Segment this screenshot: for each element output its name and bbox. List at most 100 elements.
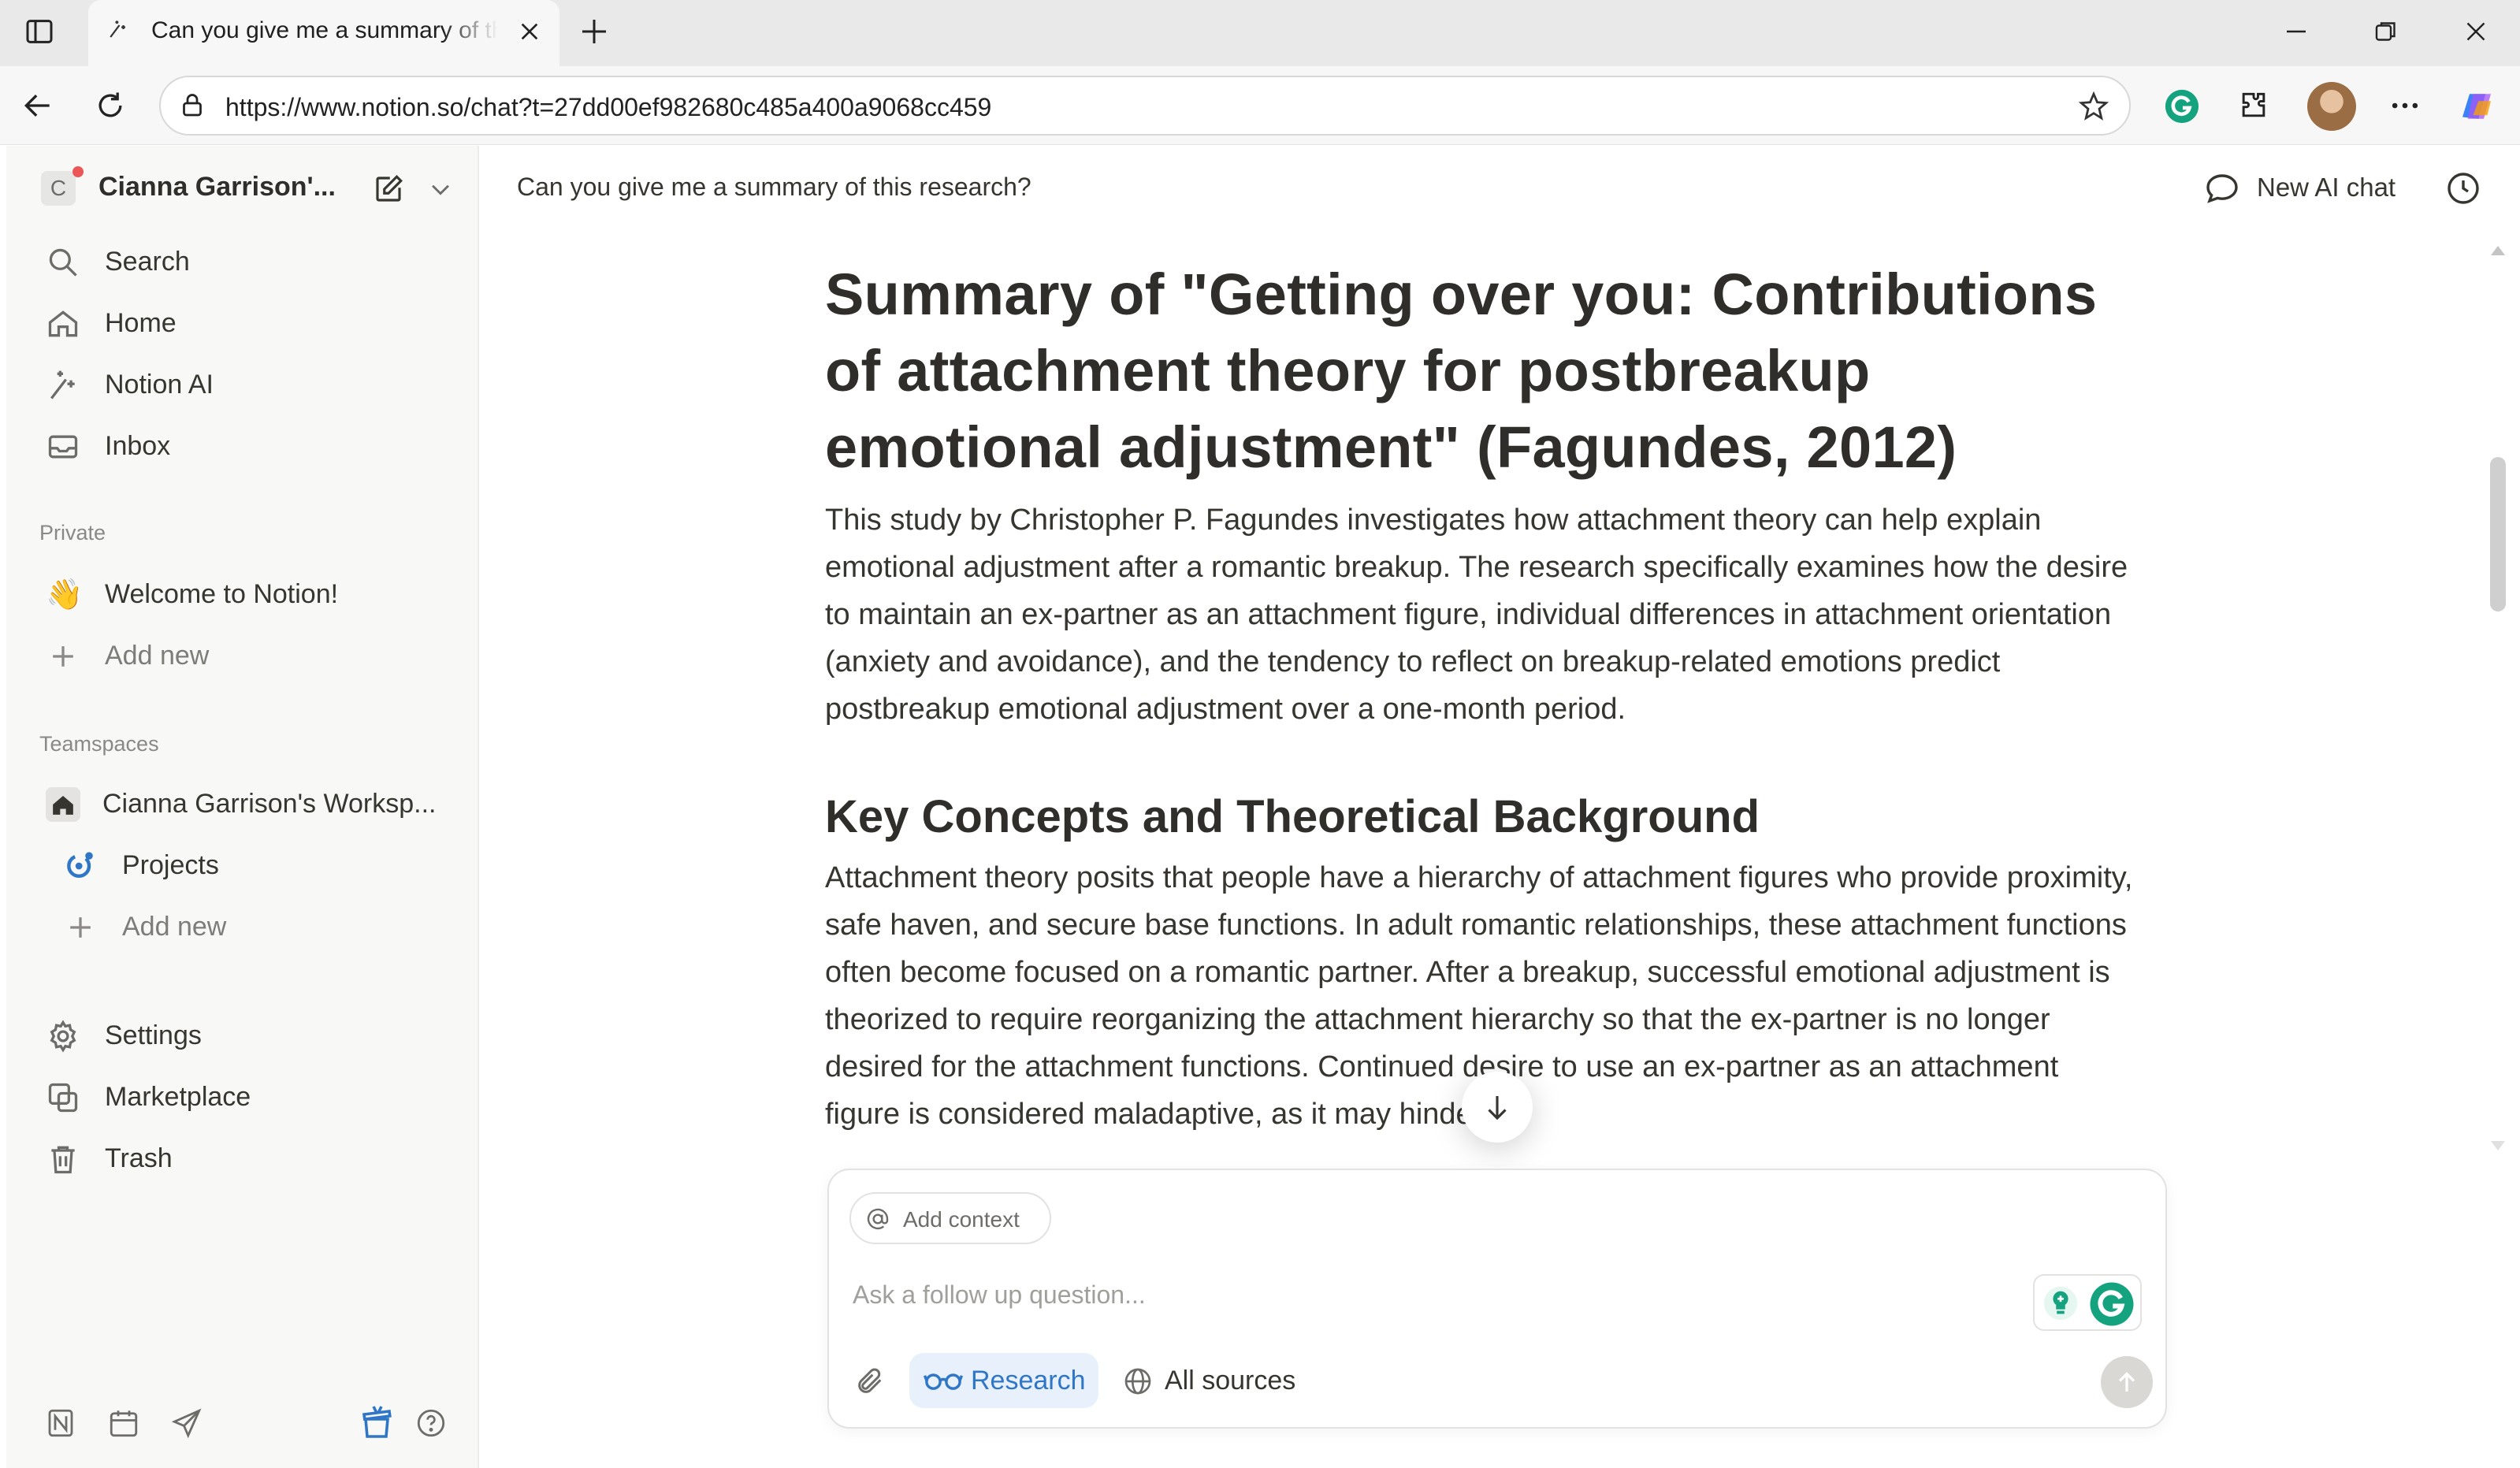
tab-bar: Can you give me a summary of this resear… xyxy=(0,0,2520,66)
sidebar-item-home[interactable]: Home xyxy=(38,297,448,349)
teamspace-home-icon xyxy=(46,787,80,822)
new-ai-chat-button[interactable]: New AI chat xyxy=(2195,163,2416,210)
inbox-icon xyxy=(46,429,80,464)
close-window-icon[interactable] xyxy=(2462,17,2490,46)
sidebar-item-label: Welcome to Notion! xyxy=(105,579,339,609)
main-panel: Can you give me a summary of this resear… xyxy=(481,146,2514,1468)
plus-icon xyxy=(46,639,80,674)
marketplace-icon xyxy=(46,1080,80,1115)
browser-window: Can you give me a summary of this resear… xyxy=(0,0,2520,1468)
more-options-icon[interactable] xyxy=(2388,88,2422,123)
add-context-label: Add context xyxy=(903,1207,1020,1232)
sidebar-item-label: Add new xyxy=(122,912,227,942)
arrow-up-icon xyxy=(2113,1368,2141,1396)
globe-icon xyxy=(1122,1366,1154,1397)
sidebar-item-settings[interactable]: Settings xyxy=(38,1009,448,1061)
grammarly-icon xyxy=(2088,1280,2135,1328)
research-mode-button[interactable]: Research xyxy=(909,1353,1098,1408)
search-icon xyxy=(46,245,80,280)
scrollbar-thumb[interactable] xyxy=(2490,457,2506,611)
gear-icon xyxy=(46,1019,80,1054)
url-text[interactable]: https://www.notion.so/chat?t=27dd00ef982… xyxy=(225,93,991,122)
gift-box-icon[interactable] xyxy=(358,1403,396,1441)
follow-up-input[interactable]: Ask a follow up question... xyxy=(853,1280,1146,1310)
sidebar-item-search[interactable]: Search xyxy=(38,236,448,288)
research-label: Research xyxy=(971,1366,1086,1396)
sidebar-item-label: Projects xyxy=(122,850,219,880)
projects-icon xyxy=(63,849,98,883)
favorite-star-icon[interactable] xyxy=(2077,90,2110,123)
new-page-icon[interactable] xyxy=(372,173,405,206)
extensions-icon[interactable] xyxy=(2236,88,2271,123)
response-intro-paragraph: This study by Christopher P. Fagundes in… xyxy=(825,504,2128,726)
sidebar-page-projects[interactable]: Projects xyxy=(55,839,465,891)
browser-toolbar: https://www.notion.so/chat?t=27dd00ef982… xyxy=(0,66,2520,145)
sidebar-toggle-icon[interactable] xyxy=(24,16,55,47)
history-clock-icon[interactable] xyxy=(2444,169,2482,207)
notion-logo-icon[interactable] xyxy=(44,1407,77,1440)
notion-ai-icon xyxy=(46,368,80,403)
workspace-avatar[interactable]: C xyxy=(41,171,76,206)
add-context-button[interactable]: Add context xyxy=(849,1192,1051,1244)
notion-ai-tab-icon xyxy=(106,17,129,41)
sidebar-item-label: Home xyxy=(105,308,177,338)
close-tab-icon[interactable] xyxy=(517,19,542,44)
new-tab-icon[interactable] xyxy=(578,16,610,47)
sidebar-item-inbox[interactable]: Inbox xyxy=(38,420,448,472)
minimize-icon[interactable] xyxy=(2282,17,2310,46)
plus-icon xyxy=(63,910,98,945)
sidebar-item-marketplace[interactable]: Marketplace xyxy=(38,1071,448,1123)
at-sign-icon xyxy=(865,1206,890,1232)
trash-icon xyxy=(46,1142,80,1176)
sidebar-item-label: Cianna Garrison's Worksp... xyxy=(102,789,437,819)
new-ai-chat-label: New AI chat xyxy=(2257,173,2396,202)
back-icon[interactable] xyxy=(20,88,55,123)
sidebar-item-trash[interactable]: Trash xyxy=(38,1132,448,1184)
sidebar-item-label: Settings xyxy=(105,1020,202,1050)
sidebar-item-label: Search xyxy=(105,247,190,277)
address-bar[interactable]: https://www.notion.so/chat?t=27dd00ef982… xyxy=(159,76,2131,136)
waving-hand-icon: 👋 xyxy=(46,578,84,611)
help-icon[interactable] xyxy=(414,1407,448,1440)
sidebar-item-label: Notion AI xyxy=(105,370,214,400)
browser-tab-active[interactable]: Can you give me a summary of this resear… xyxy=(88,0,559,66)
grammarly-extension-icon[interactable] xyxy=(2164,88,2200,125)
sidebar-page-welcome[interactable]: 👋 Welcome to Notion! xyxy=(38,568,448,620)
sidebar-add-new-private[interactable]: Add new xyxy=(38,630,448,682)
home-icon xyxy=(46,307,80,341)
send-button[interactable] xyxy=(2101,1356,2153,1408)
workspace-name[interactable]: Cianna Garrison'... xyxy=(98,172,336,203)
all-sources-label: All sources xyxy=(1165,1366,1296,1396)
scroll-to-bottom-button[interactable] xyxy=(1462,1072,1533,1143)
scroll-up-arrow-icon[interactable] xyxy=(2488,243,2507,258)
chat-composer: Add context Ask a follow up question... xyxy=(827,1169,2167,1429)
scroll-down-arrow-icon[interactable] xyxy=(2488,1139,2507,1153)
notion-app: C Cianna Garrison'... Search Home Notion… xyxy=(6,146,2514,1468)
notification-dot xyxy=(72,166,84,177)
chevron-down-icon[interactable] xyxy=(427,176,454,203)
section-label-teamspaces: Teamspaces xyxy=(39,732,159,756)
sidebar-teamspace[interactable]: Cianna Garrison's Worksp... xyxy=(38,778,448,830)
sidebar-item-label: Add new xyxy=(105,641,210,671)
chat-title: Can you give me a summary of this resear… xyxy=(517,173,1031,201)
chat-bubble-icon xyxy=(2203,169,2241,207)
sidebar-item-label: Trash xyxy=(105,1143,173,1173)
all-sources-button[interactable]: All sources xyxy=(1117,1353,1322,1408)
sidebar-item-notion-ai[interactable]: Notion AI xyxy=(38,359,448,411)
lock-icon[interactable] xyxy=(178,91,206,120)
tab-title: Can you give me a summary of this resear… xyxy=(151,17,498,44)
sidebar-add-new-teamspace[interactable]: Add new xyxy=(55,901,465,953)
section-heading: Key Concepts and Theoretical Background xyxy=(825,791,1760,842)
attach-paperclip-icon[interactable] xyxy=(854,1366,886,1397)
copilot-icon[interactable] xyxy=(2455,85,2498,128)
arrow-down-icon xyxy=(1481,1091,1514,1124)
sidebar-item-label: Inbox xyxy=(105,431,171,461)
send-mail-icon[interactable] xyxy=(170,1407,203,1440)
calendar-icon[interactable] xyxy=(107,1407,140,1440)
reload-icon[interactable] xyxy=(93,88,128,123)
restore-icon[interactable] xyxy=(2372,17,2400,46)
lightbulb-icon xyxy=(2042,1285,2079,1321)
sidebar: C Cianna Garrison'... Search Home Notion… xyxy=(6,146,479,1468)
profile-avatar[interactable] xyxy=(2307,82,2356,131)
grammarly-widget[interactable] xyxy=(2033,1274,2142,1331)
